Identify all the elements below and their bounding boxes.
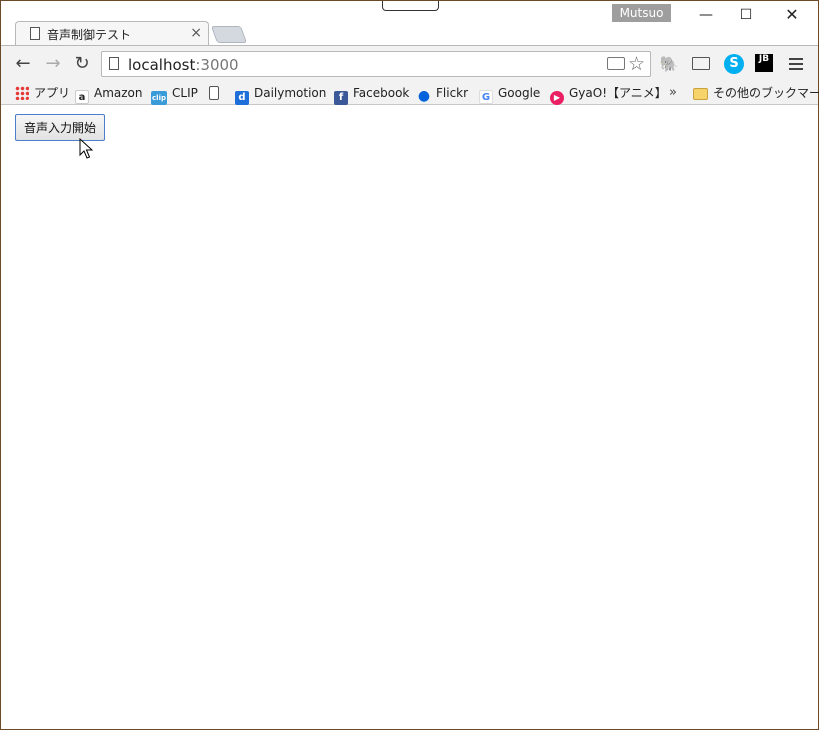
evernote-icon[interactable]: 🐘 [659,54,679,74]
bookmark-label: Amazon [94,86,143,100]
bookmark-label: Facebook [353,86,410,100]
bookmark-google[interactable]: G Google [479,83,541,104]
bookmark-clip[interactable]: clip CLIP [151,83,198,105]
bookmark-apps[interactable]: アプリ [15,83,70,103]
bookmark-label: CLIP [172,86,198,100]
close-window-button[interactable]: ✕ [777,5,807,25]
profile-button[interactable]: Mutsuo [612,4,671,22]
bookmark-gyao[interactable]: ▶ GyaO!【アニメ】 [550,83,667,105]
apps-grid-icon [15,86,29,100]
toolbar: ← → ↻ localhost:3000 ☆ 🐘 S JB [1,45,818,81]
dailymotion-icon: d [235,91,249,105]
tab-active[interactable]: 音声制御テスト × [15,21,209,46]
gyao-icon: ▶ [550,91,564,105]
browser-window: 音声制御テスト × Mutsuo — ☐ ✕ ← → ↻ localhost:3… [0,0,819,730]
minimize-button[interactable]: — [691,5,721,25]
bookmark-page[interactable] [209,83,224,103]
bookmark-label: Flickr [436,86,469,100]
bookmarks-bar: アプリ a Amazon clip CLIP d Dailymotion f Faceb… [1,81,819,105]
tab-title: 音声制御テスト [47,28,132,42]
back-button[interactable]: ← [11,52,35,76]
other-bookmarks-label: その他のブックマーク [713,86,819,100]
amazon-icon: a [75,90,89,104]
reload-button[interactable]: ↻ [70,52,94,76]
google-icon: G [479,90,493,104]
tab-strip: 音声制御テスト × Mutsuo — ☐ ✕ [1,1,818,46]
flickr-icon: ● [417,88,431,104]
bookmark-dailymotion[interactable]: d Dailymotion [235,83,327,105]
tab-close-icon[interactable]: × [190,25,202,41]
bookmarks-overflow-button[interactable]: » [669,83,677,103]
page-icon [109,57,119,70]
bookmark-label: GyaO!【アニメ】 [569,86,667,100]
start-voice-input-button[interactable]: 音声入力開始 [15,114,106,141]
bookmark-star-icon[interactable]: ☆ [628,52,645,76]
facebook-icon: f [334,91,348,105]
other-bookmarks[interactable]: その他のブックマーク [693,83,819,103]
jetbrains-icon[interactable]: JB [755,54,773,72]
mouse-cursor-icon [79,138,93,159]
url-host: localhost [128,56,196,74]
skype-icon[interactable]: S [724,54,744,74]
bookmark-label: Dailymotion [254,86,327,100]
address-bar[interactable]: localhost:3000 ☆ [101,51,651,77]
new-tab-button[interactable] [210,26,248,43]
window-grip [382,1,439,11]
page-icon [209,86,219,100]
menu-icon[interactable] [788,55,804,73]
bookmark-flickr[interactable]: ● Flickr [417,83,468,103]
cast-icon[interactable] [691,54,711,74]
page-content: 音声入力開始 [6,106,815,726]
maximize-button[interactable]: ☐ [731,5,761,25]
bookmark-label: アプリ [34,86,71,100]
bookmark-label: Google [498,86,541,100]
page-icon [30,27,40,40]
clip-icon: clip [151,91,167,105]
folder-icon [693,88,708,100]
url-text[interactable]: localhost:3000 [128,56,239,74]
camera-icon[interactable] [607,57,625,70]
forward-button[interactable]: → [41,52,65,76]
bookmark-amazon[interactable]: a Amazon [75,83,143,104]
bookmark-facebook[interactable]: f Facebook [334,83,410,105]
url-port: :3000 [195,56,239,74]
